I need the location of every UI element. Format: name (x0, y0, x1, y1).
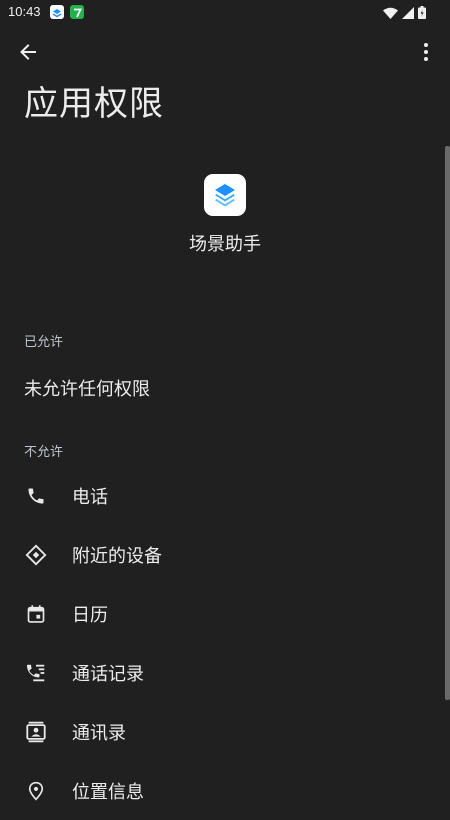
wifi-icon (383, 4, 398, 23)
location-icon (24, 779, 48, 803)
battery-icon (418, 4, 426, 23)
status-bar: 10:43 (0, 0, 450, 24)
permission-label: 电话 (72, 487, 108, 508)
status-time: 10:43 (8, 4, 41, 19)
permission-item-call-log[interactable]: 通话记录 (0, 644, 445, 702)
permission-label: 通讯录 (72, 723, 126, 744)
permission-item-contacts[interactable]: 通讯录 (0, 703, 445, 761)
permission-item-location[interactable]: 位置信息 (0, 762, 445, 820)
permission-label: 位置信息 (72, 782, 144, 803)
allowed-section-header: 已允许 (24, 335, 64, 350)
permission-item-nearby-devices[interactable]: 附近的设备 (0, 526, 445, 584)
more-options-button[interactable] (412, 38, 440, 66)
contacts-icon (24, 720, 48, 744)
scene-assistant-notification-icon (50, 5, 64, 19)
not-allowed-section-header: 不允许 (24, 445, 64, 460)
permission-label: 附近的设备 (72, 546, 162, 567)
permission-label: 日历 (72, 605, 108, 626)
app-name: 场景助手 (189, 234, 261, 255)
permission-label: 通话记录 (72, 664, 144, 685)
arrow-back-icon (20, 44, 36, 60)
seven-app-notification-icon (70, 5, 84, 19)
more-vert-icon (424, 43, 428, 61)
call-log-icon (24, 661, 48, 685)
no-permissions-allowed-text: 未允许任何权限 (24, 379, 150, 400)
back-button[interactable] (14, 38, 42, 66)
app-icon (204, 174, 246, 216)
stacked-layers-icon (215, 184, 235, 207)
signal-icon (402, 4, 414, 23)
page-title: 应用权限 (24, 84, 164, 124)
phone-icon (24, 484, 48, 508)
system-status-icons (383, 4, 426, 23)
permission-item-calendar[interactable]: 日历 (0, 585, 445, 643)
calendar-icon (24, 602, 48, 626)
permission-item-phone[interactable]: 电话 (0, 467, 445, 525)
nearby-devices-icon (24, 543, 48, 567)
